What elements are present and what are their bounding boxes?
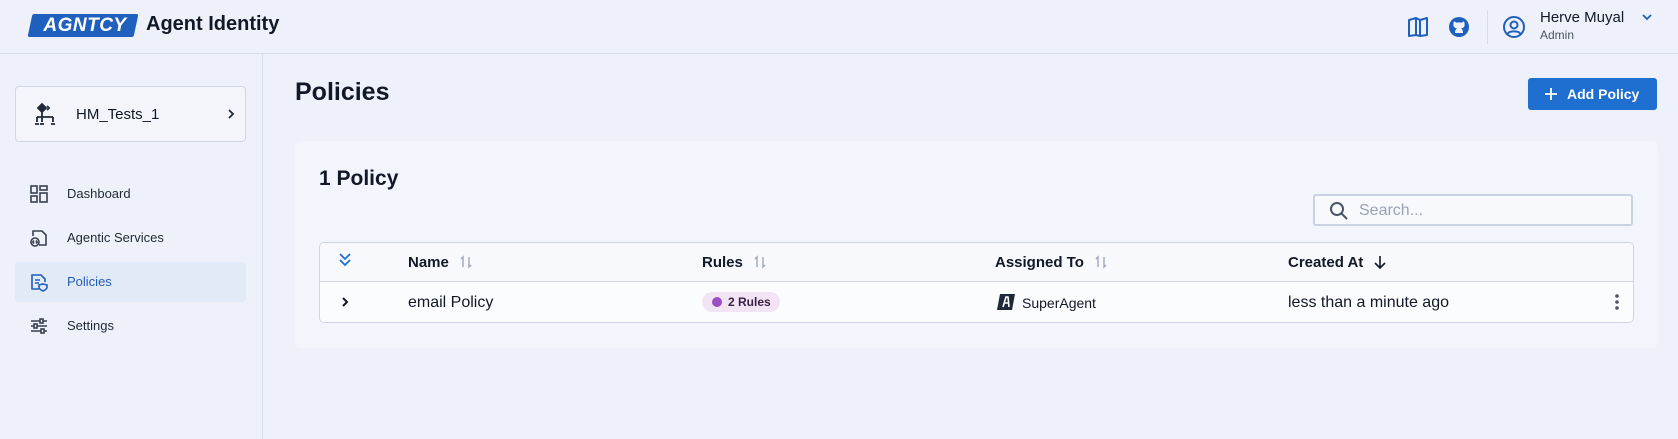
sidebar-item-label: Settings [67, 318, 114, 333]
sidebar: HM_Tests_1 Dashboard Agentic Services Po… [0, 54, 263, 439]
organization-selector[interactable]: HM_Tests_1 [15, 86, 246, 142]
chevron-right-icon[interactable] [338, 295, 352, 309]
column-header-created-at[interactable]: Created At [1288, 254, 1387, 271]
chevron-down-icon[interactable] [1640, 10, 1654, 24]
add-policy-label: Add Policy [1567, 86, 1640, 102]
dashboard-grid-icon [30, 185, 48, 203]
info-dot-icon [712, 297, 722, 307]
table-header: Name Rules Assigned To Created At [320, 243, 1633, 282]
plus-icon [1545, 88, 1557, 100]
more-options-icon[interactable] [1608, 292, 1626, 312]
top-header: AGNTCY Agent Identity Herve Muyal Admin [0, 0, 1678, 54]
logo-text: AGNTCY [43, 15, 127, 36]
organization-icon [35, 102, 55, 125]
rules-count: 2 Rules [728, 295, 771, 309]
expand-all-icon[interactable] [336, 251, 354, 269]
table-row[interactable]: email Policy 2 Rules SuperAgent less tha… [320, 282, 1633, 322]
rules-badge[interactable]: 2 Rules [702, 292, 780, 312]
user-role: Admin [1540, 28, 1575, 42]
organization-name: HM_Tests_1 [76, 106, 160, 123]
policies-table: Name Rules Assigned To Created At email … [319, 242, 1634, 323]
sidebar-item-label: Dashboard [67, 186, 131, 201]
github-icon[interactable] [1447, 15, 1471, 39]
user-name[interactable]: Herve Muyal [1540, 9, 1624, 26]
column-label: Rules [702, 254, 743, 271]
column-label: Name [408, 254, 449, 271]
sort-icon [460, 255, 472, 269]
docs-book-icon[interactable] [1406, 15, 1430, 39]
code-file-icon [30, 230, 47, 247]
add-policy-button[interactable]: Add Policy [1528, 78, 1657, 110]
sidebar-item-label: Policies [67, 274, 112, 289]
header-divider [1487, 10, 1488, 44]
search-input[interactable] [1359, 200, 1619, 222]
sidebar-item-policies[interactable]: Policies [15, 262, 246, 302]
sliders-icon [31, 318, 47, 334]
sidebar-item-dashboard[interactable]: Dashboard [15, 174, 246, 214]
sidebar-item-settings[interactable]: Settings [15, 306, 246, 346]
column-header-rules[interactable]: Rules [702, 254, 767, 271]
user-avatar-icon[interactable] [1502, 15, 1526, 39]
column-header-name[interactable]: Name [408, 254, 473, 271]
chevron-right-icon [228, 109, 235, 119]
created-at: less than a minute ago [1288, 294, 1449, 311]
column-label: Created At [1288, 254, 1364, 271]
column-label: Assigned To [995, 254, 1084, 271]
app-title: Agent Identity [146, 13, 280, 35]
arrow-down-icon [1374, 256, 1387, 269]
sort-icon [1095, 255, 1107, 269]
search-icon [1330, 202, 1348, 220]
policy-name[interactable]: email Policy [408, 294, 493, 312]
page-title: Policies [295, 78, 390, 106]
sidebar-item-agentic-services[interactable]: Agentic Services [15, 218, 246, 258]
assigned-agent[interactable]: SuperAgent [1022, 295, 1096, 311]
column-header-assigned-to[interactable]: Assigned To [995, 254, 1108, 271]
search-box[interactable] [1313, 194, 1633, 226]
policy-count: 1 Policy [319, 167, 399, 190]
agent-app-icon [997, 294, 1015, 310]
sidebar-item-label: Agentic Services [67, 230, 164, 245]
policies-panel: 1 Policy Name Rules As [295, 141, 1658, 348]
policy-document-icon [31, 274, 48, 292]
sort-icon [754, 255, 766, 269]
